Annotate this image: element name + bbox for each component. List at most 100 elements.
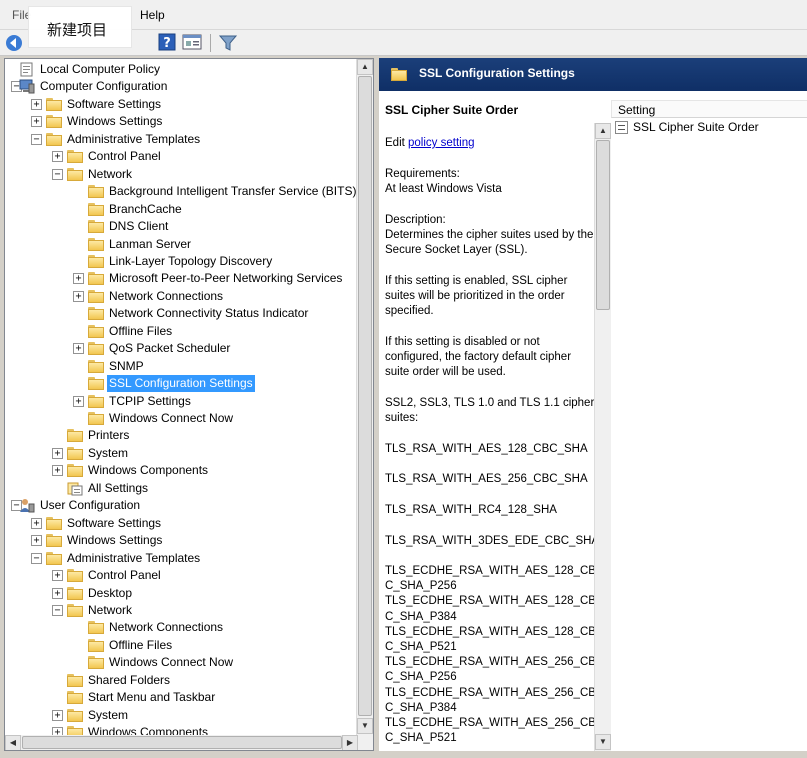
tree-item-label: Printers (88, 428, 130, 443)
expand-icon[interactable]: + (52, 151, 63, 163)
collapse-icon[interactable]: − (31, 552, 42, 564)
tree-item[interactable]: + Network Connections (5, 288, 355, 305)
tree-item[interactable]: − Network (5, 602, 355, 619)
tree-item[interactable]: + Desktop (5, 585, 355, 602)
tree-item-label: Microsoft Peer-to-Peer Networking Servic… (109, 271, 343, 286)
expand-icon[interactable]: + (31, 116, 42, 128)
tree-item[interactable]: SSL Configuration Settings (5, 375, 355, 393)
tree-item[interactable]: + Windows Components (5, 462, 355, 479)
tree-item[interactable]: Network Connections (5, 619, 355, 636)
back-arrow-icon[interactable] (4, 33, 24, 53)
tree-item[interactable]: + Software Settings (5, 96, 355, 113)
expand-icon[interactable]: + (73, 290, 84, 302)
tree-item[interactable]: DNS Client (5, 218, 355, 235)
scroll-right-arrow-icon[interactable]: ▶ (342, 735, 358, 750)
expand-icon[interactable]: + (52, 570, 63, 582)
scrollbar-thumb[interactable] (358, 76, 372, 716)
suite-line: TLS_ECDHE_RSA_WITH_AES_256_CB (385, 686, 596, 699)
tree-item[interactable]: − User Configuration (5, 497, 355, 514)
tree-item[interactable]: All Settings (5, 480, 355, 497)
scrollbar-thumb[interactable] (596, 140, 610, 310)
description-label: Description: (385, 214, 446, 226)
tree-item[interactable]: SNMP (5, 358, 355, 375)
suite-line: TLS_ECDHE_RSA_WITH_AES_256_CB (385, 717, 596, 729)
properties-icon[interactable] (182, 33, 202, 53)
suite-item: TLS_RSA_WITH_AES_256_CBC_SHA (385, 473, 588, 485)
tree-item[interactable]: + QoS Packet Scheduler (5, 340, 355, 357)
description-scrollbar[interactable]: ▲ ▼ (594, 123, 611, 751)
column-header-setting[interactable]: Setting (611, 100, 807, 118)
tree-item-label: Network Connectivity Status Indicator (109, 306, 309, 321)
scroll-down-arrow-icon[interactable]: ▼ (595, 734, 611, 750)
tree-item[interactable]: Lanman Server (5, 236, 355, 253)
folder-icon (46, 132, 62, 146)
expand-icon[interactable]: + (73, 395, 84, 407)
collapse-icon[interactable]: − (52, 604, 63, 616)
tree-item[interactable]: Windows Connect Now (5, 654, 355, 671)
tree-item[interactable]: + System (5, 445, 355, 462)
tree-item[interactable]: − Computer Configuration (5, 78, 355, 95)
expand-icon[interactable]: + (73, 273, 84, 285)
suite-item: TLS_RSA_WITH_AES_128_CBC_SHA (385, 443, 588, 455)
scroll-down-arrow-icon[interactable]: ▼ (357, 718, 373, 734)
tree-item-label: QoS Packet Scheduler (109, 341, 231, 356)
suite-line: C_SHA_P384 (385, 701, 457, 714)
tree-horizontal-scrollbar[interactable]: ◀ ▶ (5, 735, 373, 750)
tree-item[interactable]: − Network (5, 166, 355, 183)
suite-line: C_SHA_P521 (385, 641, 457, 653)
folder-icon (88, 359, 104, 373)
policy-setting-link[interactable]: policy setting (408, 137, 474, 149)
folder-icon (88, 656, 104, 670)
expand-icon[interactable]: + (73, 343, 84, 355)
expand-icon[interactable]: + (31, 98, 42, 110)
tree-item-label: Background Intelligent Transfer Service … (109, 184, 357, 199)
tree-item[interactable]: + Microsoft Peer-to-Peer Networking Servi… (5, 270, 355, 287)
tree-pane[interactable]: Local Computer Policy − Computer Configura… (4, 58, 374, 751)
help-icon[interactable]: ? (158, 33, 178, 53)
folder-icon (88, 638, 104, 652)
tree-item[interactable]: + Windows Settings (5, 532, 355, 549)
expand-icon[interactable]: + (31, 535, 42, 547)
expand-icon[interactable]: + (52, 465, 63, 477)
tree-item[interactable]: Start Menu and Taskbar (5, 689, 355, 706)
expand-icon[interactable]: + (52, 709, 63, 721)
filter-icon[interactable] (218, 33, 238, 53)
tree-item[interactable]: Local Computer Policy (5, 61, 355, 78)
tree-vertical-scrollbar[interactable]: ▲ ▼ (356, 59, 373, 735)
tree-item[interactable]: BranchCache (5, 201, 355, 218)
tree-item[interactable]: + TCPIP Settings (5, 393, 355, 410)
suite-line: TLS_ECDHE_RSA_WITH_AES_128_CB (385, 625, 596, 638)
tree-item[interactable]: Network Connectivity Status Indicator (5, 305, 355, 322)
h-scrollbar-thumb[interactable] (22, 736, 342, 749)
tree-item-label: Windows Connect Now (109, 411, 234, 425)
tree-item[interactable]: Printers (5, 427, 355, 444)
scroll-up-arrow-icon[interactable]: ▲ (357, 59, 373, 75)
collapse-icon[interactable]: − (52, 168, 63, 180)
tree-item[interactable]: + Software Settings (5, 515, 355, 532)
tree-item[interactable]: Shared Folders (5, 672, 355, 689)
scroll-up-arrow-icon[interactable]: ▲ (595, 123, 611, 139)
scroll-left-arrow-icon[interactable]: ◀ (5, 735, 21, 750)
requirements-label: Requirements: (385, 168, 460, 180)
tree-item[interactable]: Background Intelligent Transfer Service … (5, 183, 357, 200)
tree-item[interactable]: Link-Layer Topology Discovery (5, 253, 355, 270)
suite-line: C_SHA_P256 (385, 671, 457, 684)
expand-icon[interactable]: + (52, 447, 63, 459)
folder-icon (88, 254, 104, 268)
expand-icon[interactable]: + (31, 517, 42, 529)
tree-item[interactable]: Offline Files (5, 637, 355, 654)
folder-icon (67, 586, 83, 600)
folder-icon (67, 603, 83, 617)
tree-item[interactable]: + System (5, 707, 355, 724)
folder-icon (88, 289, 104, 303)
tree-item[interactable]: Windows Connect Now (5, 410, 355, 427)
menu-help[interactable]: Help (140, 8, 165, 22)
tree-item[interactable]: − Administrative Templates (5, 550, 355, 567)
tree-item[interactable]: − Administrative Templates (5, 131, 355, 148)
tree-item[interactable]: + Windows Settings (5, 113, 355, 130)
tree-item[interactable]: + Control Panel (5, 567, 355, 584)
collapse-icon[interactable]: − (31, 133, 42, 145)
tree-item[interactable]: + Control Panel (5, 148, 355, 165)
tree-item[interactable]: Offline Files (5, 323, 355, 340)
expand-icon[interactable]: + (52, 587, 63, 599)
